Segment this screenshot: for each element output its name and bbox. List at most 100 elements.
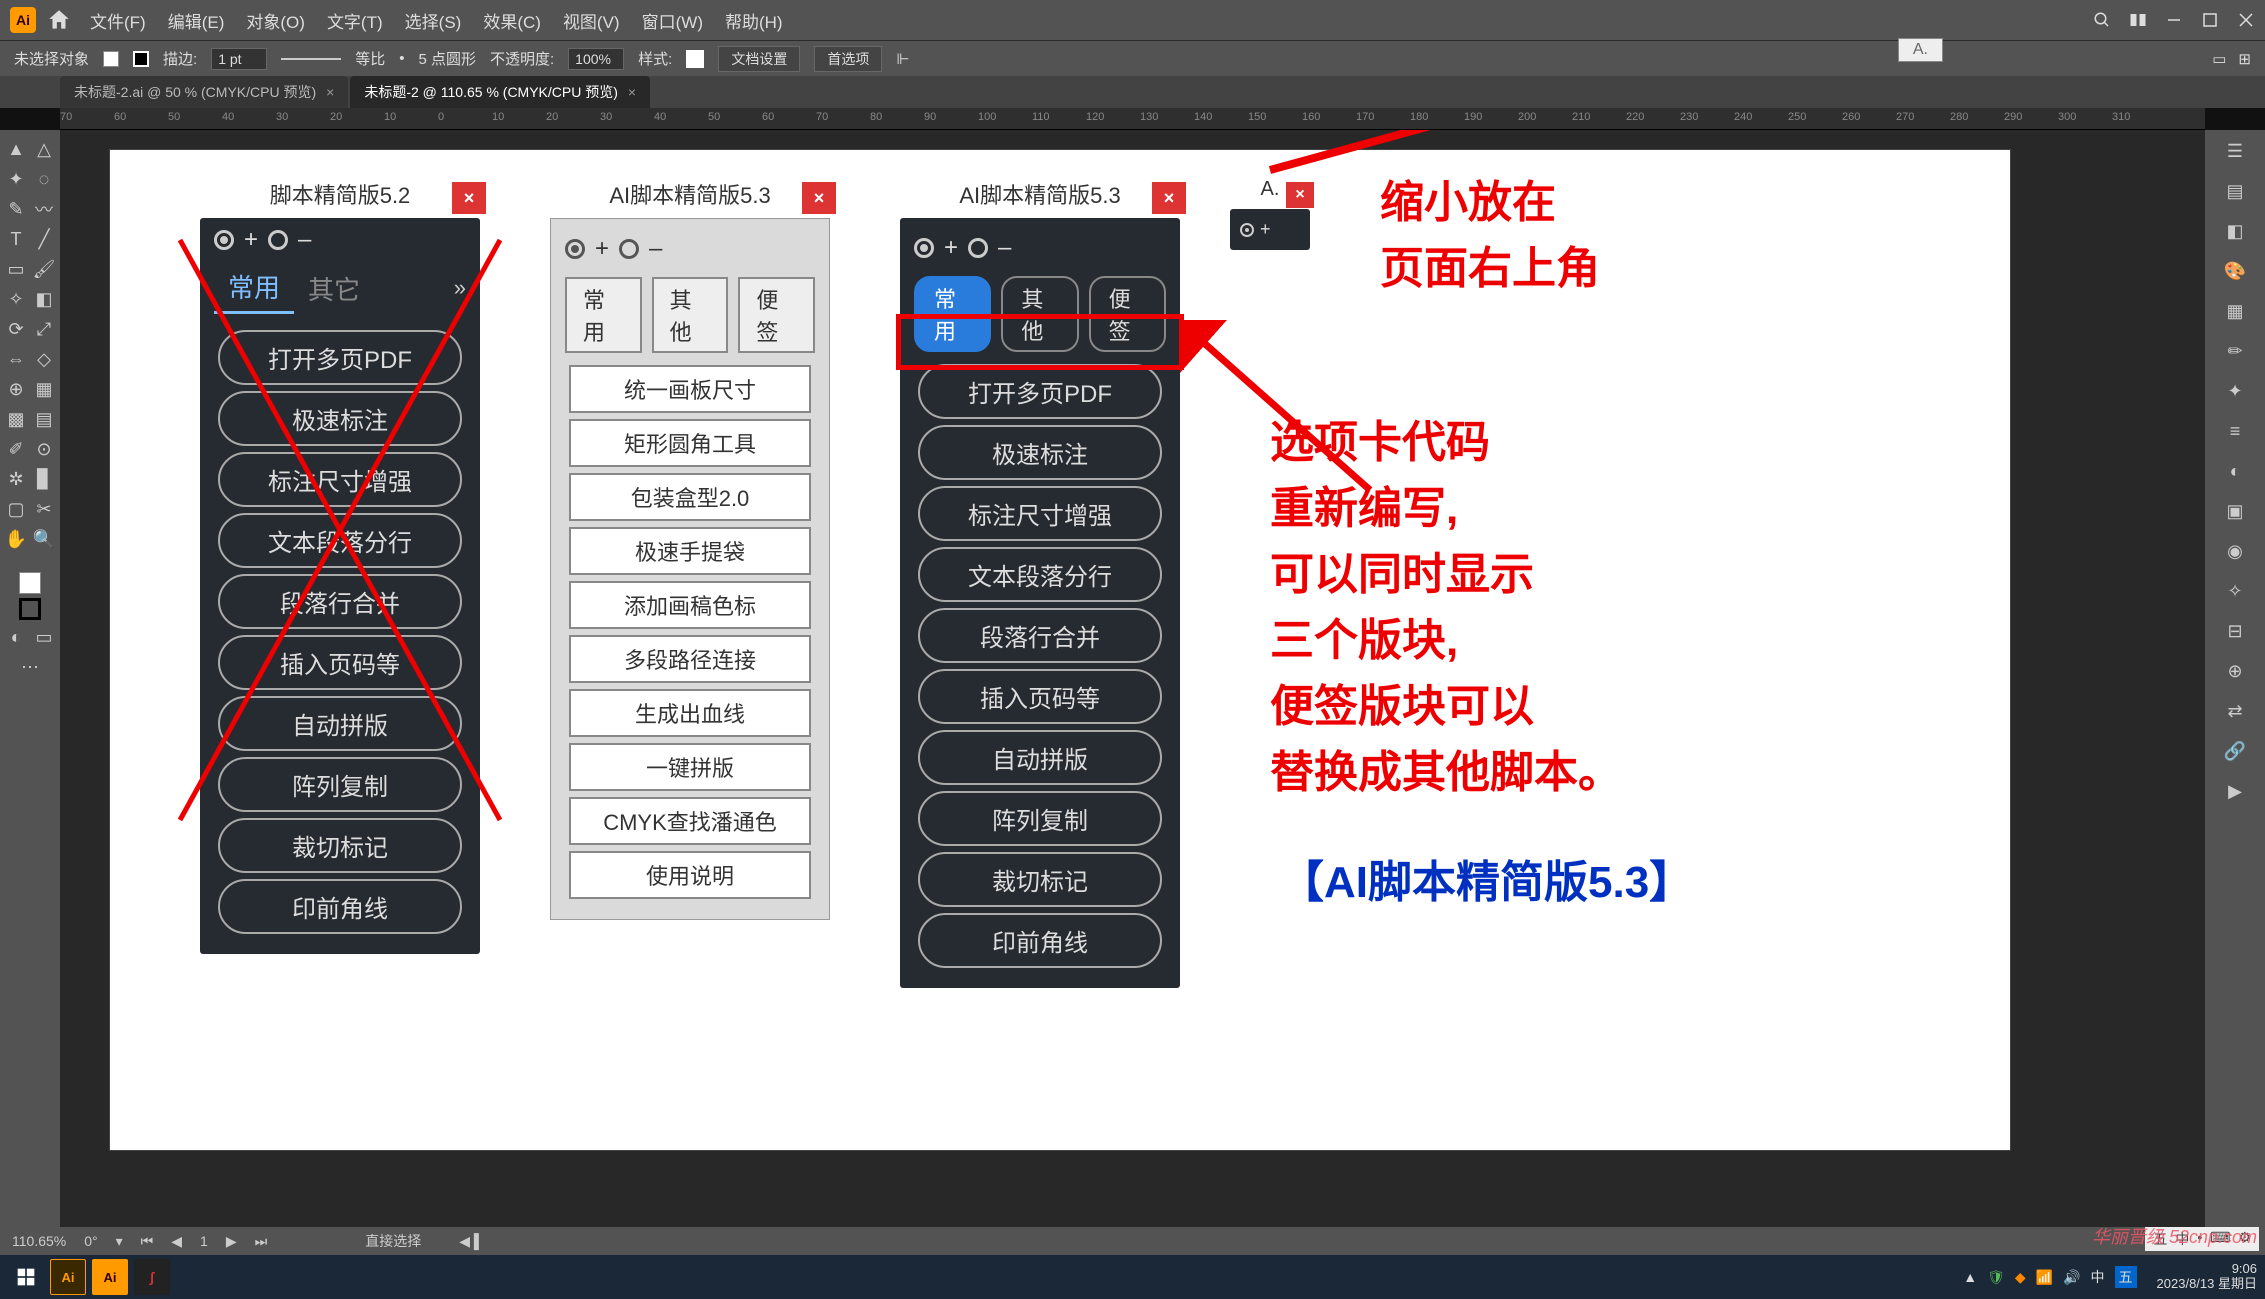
shape-builder-tool-icon[interactable]: ⊕: [3, 376, 29, 402]
align-icon[interactable]: ⊩: [896, 50, 909, 68]
pen-tool-icon[interactable]: ✎: [3, 196, 29, 222]
minimize-icon[interactable]: [2165, 11, 2183, 29]
tab-other[interactable]: 其它: [294, 264, 374, 313]
script-button[interactable]: 标注尺寸增强: [918, 486, 1162, 541]
script-button[interactable]: 印前角线: [918, 913, 1162, 968]
symbols-panel-icon[interactable]: ✦: [2220, 376, 2250, 406]
type-tool-icon[interactable]: T: [3, 226, 29, 252]
script-button[interactable]: 极速标注: [218, 391, 462, 446]
selection-tool-icon[interactable]: ▲: [3, 136, 29, 162]
radio-off-icon[interactable]: [619, 239, 639, 259]
align-panel-icon[interactable]: ⊟: [2220, 616, 2250, 646]
tray-shield-icon[interactable]: 🛡: [1987, 1269, 2005, 1286]
zoom-tool-icon[interactable]: 🔍: [31, 526, 57, 552]
tray-expand-icon[interactable]: ▲: [1963, 1269, 1977, 1285]
script-button[interactable]: 插入页码等: [918, 669, 1162, 724]
tab-other[interactable]: 其他: [652, 277, 729, 353]
transform-panel-icon[interactable]: ⇄: [2220, 696, 2250, 726]
stroke-panel-icon[interactable]: ≡: [2220, 416, 2250, 446]
search-icon[interactable]: [2093, 11, 2111, 29]
panel-5-2-close-button[interactable]: ×: [452, 182, 486, 214]
hand-tool-icon[interactable]: ✋: [3, 526, 29, 552]
radio-on-icon[interactable]: [565, 239, 585, 259]
stroke-weight-input[interactable]: [211, 48, 267, 70]
edit-toolbar-icon[interactable]: ⋯: [17, 654, 43, 680]
properties-panel-icon[interactable]: ☰: [2220, 136, 2250, 166]
radio-on-icon[interactable]: [214, 230, 234, 250]
stroke-swatch[interactable]: [133, 51, 149, 67]
tray-network-icon[interactable]: 📶: [2036, 1269, 2053, 1286]
script-button[interactable]: 极速标注: [918, 425, 1162, 480]
panel-mini-close-button[interactable]: ×: [1286, 182, 1314, 208]
mesh-tool-icon[interactable]: ▩: [3, 406, 29, 432]
gradient-tool-icon[interactable]: ▤: [31, 406, 57, 432]
style-swatch[interactable]: [686, 50, 704, 68]
close-tab-icon[interactable]: ×: [628, 84, 636, 100]
script-button[interactable]: 打开多页PDF: [218, 330, 462, 385]
essentials-workspace-icon[interactable]: ⊞: [2238, 50, 2251, 68]
start-button-icon[interactable]: [8, 1259, 44, 1295]
width-tool-icon[interactable]: ⇔: [3, 346, 29, 372]
tab-common[interactable]: 常用: [214, 262, 294, 314]
menu-file[interactable]: 文件(F): [90, 8, 146, 33]
tab-common[interactable]: 常用: [565, 277, 642, 353]
radio-on-icon[interactable]: [914, 238, 934, 258]
doc-tab-1[interactable]: 未标题-2.ai @ 50 % (CMYK/CPU 预览)×: [60, 76, 348, 108]
arrange-icon[interactable]: [2129, 11, 2147, 29]
links-panel-icon[interactable]: 🔗: [2220, 736, 2250, 766]
script-button[interactable]: 矩形圆角工具: [569, 419, 811, 467]
slice-tool-icon[interactable]: ✂: [31, 496, 57, 522]
gradient-panel-icon[interactable]: ◐: [2220, 456, 2250, 486]
symbol-sprayer-tool-icon[interactable]: ✲: [3, 466, 29, 492]
rotate-tool-icon[interactable]: ⟳: [3, 316, 29, 342]
canvas[interactable]: 脚本精简版5.2 × + – 常用 其它 » 打开多页PDF极速标注标注尺寸增强…: [60, 130, 2205, 1227]
radio-off-icon[interactable]: [968, 238, 988, 258]
fill-swatch[interactable]: [103, 51, 119, 67]
script-button[interactable]: 阵列复制: [918, 791, 1162, 846]
menu-select[interactable]: 选择(S): [405, 8, 462, 33]
transparency-panel-icon[interactable]: ▣: [2220, 496, 2250, 526]
opacity-input[interactable]: [568, 48, 624, 70]
blend-tool-icon[interactable]: ⊙: [31, 436, 57, 462]
script-button[interactable]: 插入页码等: [218, 635, 462, 690]
perspective-tool-icon[interactable]: ▦: [31, 376, 57, 402]
script-button[interactable]: 统一画板尺寸: [569, 365, 811, 413]
script-button[interactable]: 裁切标记: [218, 818, 462, 873]
artboard-nav-prev-icon[interactable]: ◀: [171, 1233, 182, 1250]
menu-edit[interactable]: 编辑(E): [168, 8, 225, 33]
curvature-tool-icon[interactable]: 〰: [31, 196, 57, 222]
layers-panel-icon[interactable]: ▤: [2220, 176, 2250, 206]
script-button[interactable]: 自动拼版: [918, 730, 1162, 785]
eyedropper-tool-icon[interactable]: ✐: [3, 436, 29, 462]
menu-effect[interactable]: 效果(C): [483, 8, 541, 33]
radio-on-icon[interactable]: [1240, 223, 1254, 237]
doc-tab-2[interactable]: 未标题-2 @ 110.65 % (CMYK/CPU 预览)×: [350, 76, 650, 108]
script-button[interactable]: 段落行合并: [218, 574, 462, 629]
draw-mode-icon[interactable]: ◐: [3, 624, 29, 650]
script-button[interactable]: 使用说明: [569, 851, 811, 899]
stroke-color-icon[interactable]: [19, 598, 41, 620]
gpu-toggle-icon[interactable]: ▭: [2212, 50, 2226, 68]
menu-help[interactable]: 帮助(H): [725, 8, 783, 33]
graph-tool-icon[interactable]: ▊: [31, 466, 57, 492]
menu-view[interactable]: 视图(V): [563, 8, 620, 33]
menu-window[interactable]: 窗口(W): [642, 8, 703, 33]
script-button[interactable]: 极速手提袋: [569, 527, 811, 575]
script-button[interactable]: 阵列复制: [218, 757, 462, 812]
script-button[interactable]: 裁切标记: [918, 852, 1162, 907]
appearance-panel-icon[interactable]: ◉: [2220, 536, 2250, 566]
script-button[interactable]: 包装盒型2.0: [569, 473, 811, 521]
close-icon[interactable]: [2237, 11, 2255, 29]
taskbar-app-icon[interactable]: ∫: [134, 1259, 170, 1295]
tray-app-icon[interactable]: ◆: [2015, 1269, 2026, 1286]
tray-volume-icon[interactable]: 🔊: [2063, 1269, 2080, 1286]
eraser-tool-icon[interactable]: ◧: [31, 286, 57, 312]
script-button[interactable]: 多段路径连接: [569, 635, 811, 683]
taskbar-clock[interactable]: 9:06 2023/8/13 星期日: [2157, 1262, 2257, 1292]
home-icon[interactable]: [46, 7, 72, 33]
free-transform-tool-icon[interactable]: ◇: [31, 346, 57, 372]
script-button[interactable]: 打开多页PDF: [918, 364, 1162, 419]
libraries-panel-icon[interactable]: ◧: [2220, 216, 2250, 246]
shaper-tool-icon[interactable]: ✧: [3, 286, 29, 312]
floating-mini-panel[interactable]: A.: [1898, 38, 1943, 62]
